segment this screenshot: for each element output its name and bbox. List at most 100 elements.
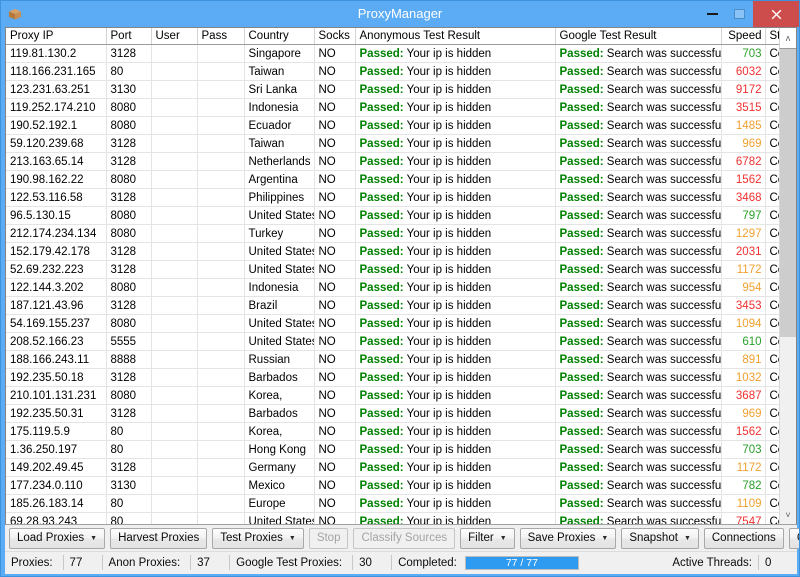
cell-user	[151, 63, 197, 81]
column-header-pass[interactable]: Pass	[197, 28, 244, 45]
table-row[interactable]: 1.36.250.19780Hong KongNOPassed: Your ip…	[6, 441, 796, 459]
cell-google-test-result: Passed: Search was successful	[555, 315, 721, 333]
cell-anonymous-test-result: Passed: Your ip is hidden	[355, 81, 555, 99]
cell-speed: 3468	[721, 189, 765, 207]
table-row[interactable]: 190.98.162.228080ArgentinaNOPassed: Your…	[6, 171, 796, 189]
google-pass-badge: Passed:	[560, 354, 604, 366]
table-row[interactable]: 208.52.166.235555United StatesNOPassed: …	[6, 333, 796, 351]
load-proxies-label: Load Proxies	[17, 532, 84, 544]
cell-speed: 954	[721, 279, 765, 297]
column-header-anon[interactable]: Anonymous Test Result	[355, 28, 555, 45]
active-threads-value: 0	[759, 552, 797, 573]
google-pass-badge: Passed:	[560, 372, 604, 384]
column-header-user[interactable]: User	[151, 28, 197, 45]
table-row[interactable]: 210.101.131.2318080Korea,NOPassed: Your …	[6, 387, 796, 405]
table-row[interactable]: 54.169.155.2378080United StatesNOPassed:…	[6, 315, 796, 333]
table-row[interactable]: 212.174.234.1348080TurkeyNOPassed: Your …	[6, 225, 796, 243]
table-row[interactable]: 123.231.63.2513130Sri LankaNOPassed: You…	[6, 81, 796, 99]
table-row[interactable]: 122.53.116.583128PhilippinesNOPassed: Yo…	[6, 189, 796, 207]
connections-button[interactable]: Connections	[704, 528, 784, 549]
cell-google-test-result: Passed: Search was successful	[555, 45, 721, 63]
cell-socks: NO	[314, 135, 355, 153]
test-proxies-button[interactable]: Test Proxies▼	[212, 528, 304, 549]
cell-country: United States	[244, 261, 314, 279]
cell-country: United States	[244, 333, 314, 351]
table-row[interactable]: 177.234.0.1103130MexicoNOPassed: Your ip…	[6, 477, 796, 495]
column-header-google[interactable]: Google Test Result	[555, 28, 721, 45]
table-row[interactable]: 59.120.239.683128TaiwanNOPassed: Your ip…	[6, 135, 796, 153]
table-row[interactable]: 118.166.231.16580TaiwanNOPassed: Your ip…	[6, 63, 796, 81]
cell-user	[151, 423, 197, 441]
load-proxies-button[interactable]: Load Proxies▼	[9, 528, 105, 549]
cell-anonymous-test-result: Passed: Your ip is hidden	[355, 297, 555, 315]
anon-pass-badge: Passed:	[360, 390, 404, 402]
close-icon	[771, 9, 782, 20]
table-row[interactable]: 188.166.243.118888RussianNOPassed: Your …	[6, 351, 796, 369]
cell-country: Netherlands	[244, 153, 314, 171]
google-pass-badge: Passed:	[560, 498, 604, 510]
cell-socks: NO	[314, 189, 355, 207]
harvest-proxies-button[interactable]: Harvest Proxies	[110, 528, 207, 549]
scroll-down-button[interactable]: ˅	[780, 507, 796, 524]
maximize-button[interactable]	[726, 1, 753, 27]
cell-google-test-result: Passed: Search was successful	[555, 99, 721, 117]
cell-anonymous-test-result: Passed: Your ip is hidden	[355, 189, 555, 207]
anon-pass-badge: Passed:	[360, 66, 404, 78]
anon-pass-badge: Passed:	[360, 408, 404, 420]
table-row[interactable]: 122.144.3.2028080IndonesiaNOPassed: Your…	[6, 279, 796, 297]
table-row[interactable]: 175.119.5.980Korea,NOPassed: Your ip is …	[6, 423, 796, 441]
anon-pass-badge: Passed:	[360, 102, 404, 114]
column-header-port[interactable]: Port	[106, 28, 151, 45]
snapshot-button[interactable]: Snapshot▼	[621, 528, 699, 549]
scrollbar-thumb[interactable]	[780, 49, 796, 337]
grid-vertical-scrollbar[interactable]: ˅	[779, 49, 796, 524]
table-row[interactable]: 69.28.93.24380United StatesNOPassed: You…	[6, 513, 796, 525]
column-header-country[interactable]: Country	[244, 28, 314, 45]
cell-port: 3130	[106, 477, 151, 495]
cell-port: 8080	[106, 387, 151, 405]
column-header-ip[interactable]: Proxy IP	[6, 28, 106, 45]
table-row[interactable]: 192.235.50.183128BarbadosNOPassed: Your …	[6, 369, 796, 387]
table-row[interactable]: 149.202.49.453128GermanyNOPassed: Your i…	[6, 459, 796, 477]
cell-pass	[197, 513, 244, 525]
table-row[interactable]: 152.179.42.1783128United StatesNOPassed:…	[6, 243, 796, 261]
cell-proxy-ip: 119.252.174.210	[6, 99, 106, 117]
cell-anonymous-test-result: Passed: Your ip is hidden	[355, 171, 555, 189]
connections-label: Connections	[712, 532, 776, 544]
anon-pass-badge: Passed:	[360, 372, 404, 384]
cell-user	[151, 333, 197, 351]
grid-sort-corner[interactable]: ʌ	[779, 28, 796, 49]
google-pass-badge: Passed:	[560, 102, 604, 114]
table-row[interactable]: 119.252.174.2108080IndonesiaNOPassed: Yo…	[6, 99, 796, 117]
google-pass-badge: Passed:	[560, 138, 604, 150]
filter-button[interactable]: Filter▼	[460, 528, 515, 549]
table-row[interactable]: 96.5.130.158080United StatesNOPassed: Yo…	[6, 207, 796, 225]
cell-google-test-result: Passed: Search was successful	[555, 405, 721, 423]
table-row[interactable]: 190.52.192.18080EcuadorNOPassed: Your ip…	[6, 117, 796, 135]
anon-pass-badge: Passed:	[360, 336, 404, 348]
cell-pass	[197, 441, 244, 459]
table-row[interactable]: 213.163.65.143128NetherlandsNOPassed: Yo…	[6, 153, 796, 171]
column-header-socks[interactable]: Socks	[314, 28, 355, 45]
configuration-button[interactable]: Configuration	[789, 528, 800, 549]
table-row[interactable]: 187.121.43.963128BrazilNOPassed: Your ip…	[6, 297, 796, 315]
save-proxies-button[interactable]: Save Proxies▼	[520, 528, 617, 549]
table-row[interactable]: 185.26.183.1480EuropeNOPassed: Your ip i…	[6, 495, 796, 513]
cell-anonymous-test-result: Passed: Your ip is hidden	[355, 423, 555, 441]
table-row[interactable]: 119.81.130.23128SingaporeNOPassed: Your …	[6, 45, 796, 63]
minimize-button[interactable]	[698, 1, 726, 27]
table-row[interactable]: 52.69.232.2233128United StatesNOPassed: …	[6, 261, 796, 279]
cell-pass	[197, 495, 244, 513]
cell-socks: NO	[314, 171, 355, 189]
close-window-button[interactable]	[753, 1, 799, 27]
chevron-down-icon: ▼	[289, 535, 296, 542]
cell-port: 3128	[106, 405, 151, 423]
column-header-speed[interactable]: Speed	[721, 28, 765, 45]
anon-pass-badge: Passed:	[360, 498, 404, 510]
cell-socks: NO	[314, 297, 355, 315]
cell-proxy-ip: 192.235.50.18	[6, 369, 106, 387]
cell-user	[151, 459, 197, 477]
table-row[interactable]: 192.235.50.313128BarbadosNOPassed: Your …	[6, 405, 796, 423]
cell-pass	[197, 261, 244, 279]
title-bar[interactable]: ProxyManager	[1, 1, 799, 27]
